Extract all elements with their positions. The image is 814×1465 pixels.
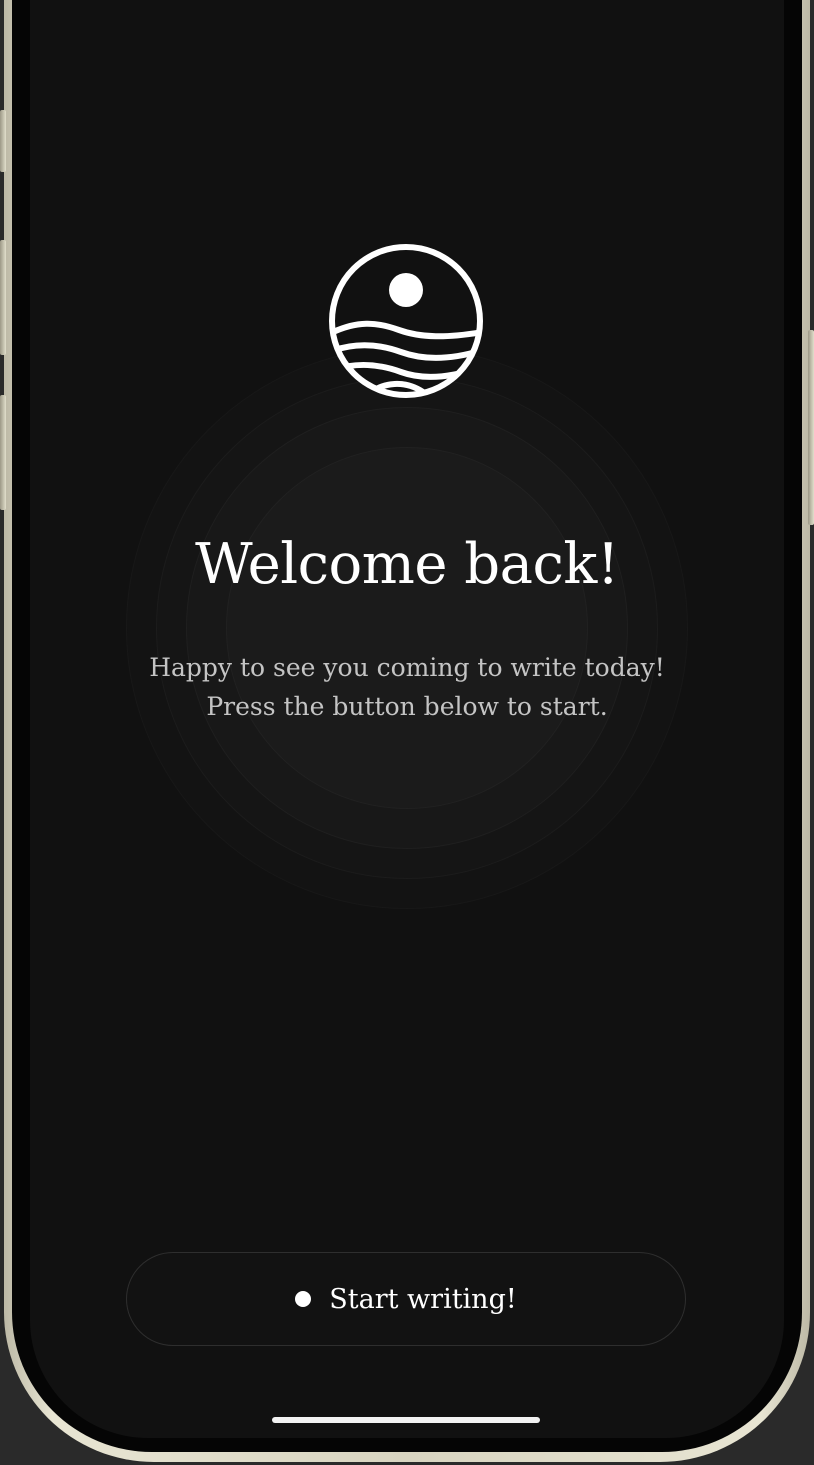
welcome-subtitle: Happy to see you coming to write today! … [30, 648, 784, 726]
sun-over-waves-icon [329, 244, 483, 398]
subtitle-line: Happy to see you coming to write today! [149, 653, 665, 682]
start-writing-button[interactable]: Start writing! [126, 1252, 686, 1346]
dot-icon [295, 1291, 312, 1307]
side-button [808, 330, 814, 525]
side-button [0, 110, 6, 172]
device-mockup: Welcome back! Happy to see you coming to… [0, 0, 814, 1465]
side-button [0, 395, 6, 510]
app-screen: Welcome back! Happy to see you coming to… [30, 0, 784, 1438]
start-writing-label: Start writing! [329, 1283, 517, 1315]
background-ring [226, 447, 588, 809]
home-indicator[interactable] [272, 1417, 540, 1423]
subtitle-line: Press the button below to start. [206, 692, 608, 721]
side-button [0, 240, 6, 355]
welcome-title: Welcome back! [195, 532, 619, 597]
